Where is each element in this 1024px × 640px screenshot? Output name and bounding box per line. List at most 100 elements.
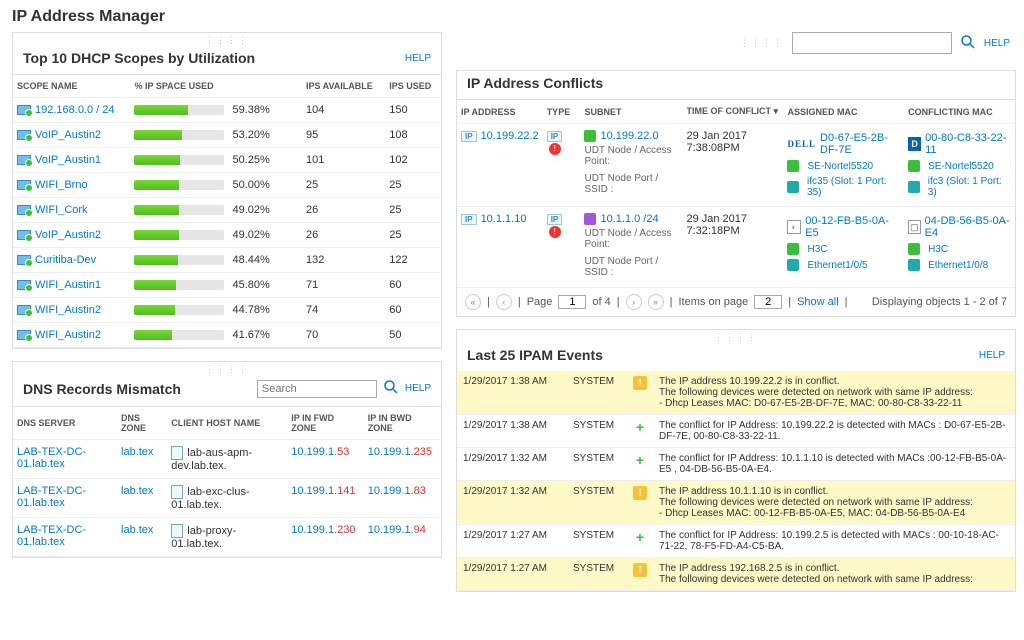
warning-icon: ! xyxy=(633,376,647,390)
show-all-link[interactable]: Show all xyxy=(797,296,839,308)
dell-logo-icon: DELL xyxy=(787,139,816,149)
table-row: VoIP_Austin1 50.25% 101 102 xyxy=(13,148,441,173)
col-server[interactable]: DNS SERVER xyxy=(13,407,117,440)
event-message: The conflict for IP Address: 10.199.2.5 … xyxy=(653,525,1015,558)
scope-link[interactable]: WIFI_Austin1 xyxy=(35,279,101,291)
col-mac-c[interactable]: CONFLICTING MAC xyxy=(904,100,1015,124)
help-link[interactable]: HELP xyxy=(984,38,1010,49)
scope-link[interactable]: VoIP_Austin2 xyxy=(35,229,101,241)
col-type[interactable]: TYPE xyxy=(543,100,581,124)
subnet-icon xyxy=(584,130,596,142)
scope-link[interactable]: VoIP_Austin2 xyxy=(35,129,101,141)
col-zone[interactable]: DNS ZONE xyxy=(117,407,167,440)
dns-server-link[interactable]: LAB-TEX-DC-01.lab.tex xyxy=(13,479,117,518)
device-icon xyxy=(787,160,799,172)
mac-link[interactable]: 00-12-FB-B5-0A-E5 xyxy=(805,215,900,239)
port-link[interactable]: ifc3 (Slot: 1 Port: 3) xyxy=(928,176,1011,198)
scope-link[interactable]: VoIP_Austin1 xyxy=(35,154,101,166)
table-row: LAB-TEX-DC-01.lab.tex lab.tex lab-aus-ap… xyxy=(13,440,441,479)
global-search-input[interactable] xyxy=(792,32,952,54)
scope-link[interactable]: WIFI_Austin2 xyxy=(35,329,101,341)
ip-link[interactable]: 10.199.22.2 xyxy=(481,130,539,142)
device-link[interactable]: H3C xyxy=(928,244,948,255)
port-link[interactable]: ifc35 (Slot: 1 Port: 35) xyxy=(807,176,900,198)
file-icon xyxy=(171,485,183,499)
subnet-link[interactable]: 10.1.1.0 /24 xyxy=(600,213,658,225)
util-pct: 44.78% xyxy=(232,304,280,316)
scope-link[interactable]: Curitiba-Dev xyxy=(35,254,96,266)
port-link[interactable]: Ethernet1/0/5 xyxy=(807,260,867,271)
ips-avail: 26 xyxy=(302,198,385,223)
next-page-button[interactable]: › xyxy=(626,294,642,310)
device-link[interactable]: SE-Nortel5520 xyxy=(807,161,873,172)
mac-link[interactable]: D0-67-E5-2B-DF-7E xyxy=(820,132,900,156)
search-icon[interactable] xyxy=(960,34,976,53)
help-link[interactable]: HELP xyxy=(405,383,431,394)
dns-zone-link[interactable]: lab.tex xyxy=(117,479,167,518)
device-link[interactable]: H3C xyxy=(807,244,827,255)
first-page-button[interactable]: « xyxy=(465,294,481,310)
help-link[interactable]: HELP xyxy=(405,53,431,64)
prev-page-button[interactable]: ‹ xyxy=(496,294,512,310)
event-time: 1/29/2017 1:27 AM xyxy=(457,525,567,558)
help-link[interactable]: HELP xyxy=(979,350,1005,361)
col-scope[interactable]: SCOPE NAME xyxy=(13,75,130,98)
ips-avail: 132 xyxy=(302,248,385,273)
conflict-badge-icon: ! xyxy=(549,226,561,238)
ip-link[interactable]: 10.1.1.10 xyxy=(481,213,527,225)
events-panel: ⋮⋮⋮⋮ Last 25 IPAM Events HELP 1/29/2017 … xyxy=(456,329,1016,592)
fwd-ip[interactable]: 10.199.1.141 xyxy=(287,479,364,518)
dns-zone-link[interactable]: lab.tex xyxy=(117,518,167,557)
bwd-ip[interactable]: 10.199.1.83 xyxy=(364,479,441,518)
col-subnet[interactable]: SUBNET xyxy=(580,100,682,124)
drag-handle-icon[interactable]: ⋮⋮⋮⋮ xyxy=(205,35,249,46)
pager: « | ‹ | Page of 4 | › » | Items on page … xyxy=(457,288,1015,316)
mac-link[interactable]: 00-80-C8-33-22-11 xyxy=(925,132,1011,156)
col-mac-a[interactable]: ASSIGNED MAC xyxy=(783,100,904,124)
col-avail[interactable]: IPS AVAILABLE xyxy=(302,75,385,98)
col-time[interactable]: TIME OF CONFLICT ▾ xyxy=(682,100,783,124)
page-of: of 4 xyxy=(592,296,610,308)
dns-server-link[interactable]: LAB-TEX-DC-01.lab.tex xyxy=(13,518,117,557)
col-bwd[interactable]: IP IN BWD ZONE xyxy=(364,407,441,440)
subnet-link[interactable]: 10.199.22.0 xyxy=(600,130,658,142)
device-link[interactable]: SE-Nortel5520 xyxy=(928,161,994,172)
col-util[interactable]: % IP SPACE USED xyxy=(130,75,301,98)
drag-handle-icon[interactable]: ⋮⋮⋮⋮ xyxy=(714,332,758,343)
bwd-ip[interactable]: 10.199.1.94 xyxy=(364,518,441,557)
page-input[interactable] xyxy=(558,295,586,309)
col-ip[interactable]: IP ADDRESS xyxy=(457,100,543,124)
mac-link[interactable]: 04-DB-56-B5-0A-E4 xyxy=(925,215,1011,239)
items-label: Items on page xyxy=(679,296,749,308)
scope-link[interactable]: WIFI_Cork xyxy=(35,204,88,216)
bwd-ip[interactable]: 10.199.1.235 xyxy=(364,440,441,479)
conflicts-title: IP Address Conflicts xyxy=(467,75,603,91)
scope-link[interactable]: 192.168.0.0 / 24 xyxy=(35,104,115,116)
dns-title: DNS Records Mismatch xyxy=(23,381,181,397)
plus-icon: + xyxy=(633,420,647,434)
col-fwd[interactable]: IP IN FWD ZONE xyxy=(287,407,364,440)
warning-icon: ! xyxy=(633,486,647,500)
search-icon[interactable] xyxy=(383,379,399,398)
col-used[interactable]: IPS USED xyxy=(385,75,441,98)
device-icon xyxy=(787,243,799,255)
fwd-ip[interactable]: 10.199.1.53 xyxy=(287,440,364,479)
scope-link[interactable]: WIFI_Austin2 xyxy=(35,304,101,316)
table-row: 1/29/2017 1:38 AM SYSTEM + The conflict … xyxy=(457,415,1015,448)
scope-icon xyxy=(17,155,31,165)
drag-handle-icon[interactable]: ⋮⋮⋮⋮ xyxy=(205,364,249,375)
dns-zone-link[interactable]: lab.tex xyxy=(117,440,167,479)
host-name: lab-aus-apm-dev.lab.tex. xyxy=(167,440,287,479)
port-link[interactable]: Ethernet1/0/8 xyxy=(928,260,988,271)
conflict-time: 29 Jan 2017 7:32:18PM xyxy=(682,207,783,288)
col-host[interactable]: CLIENT HOST NAME xyxy=(167,407,287,440)
table-row: VoIP_Austin2 53.20% 95 108 xyxy=(13,123,441,148)
scope-link[interactable]: WIFI_Brno xyxy=(35,179,88,191)
dns-server-link[interactable]: LAB-TEX-DC-01.lab.tex xyxy=(13,440,117,479)
last-page-button[interactable]: » xyxy=(648,294,664,310)
items-input[interactable] xyxy=(754,295,782,309)
display-count: Displaying objects 1 - 2 of 7 xyxy=(872,296,1007,308)
fwd-ip[interactable]: 10.199.1.230 xyxy=(287,518,364,557)
drag-handle-icon[interactable]: ⋮⋮⋮⋮ xyxy=(740,38,784,49)
dns-search-input[interactable] xyxy=(257,380,377,398)
